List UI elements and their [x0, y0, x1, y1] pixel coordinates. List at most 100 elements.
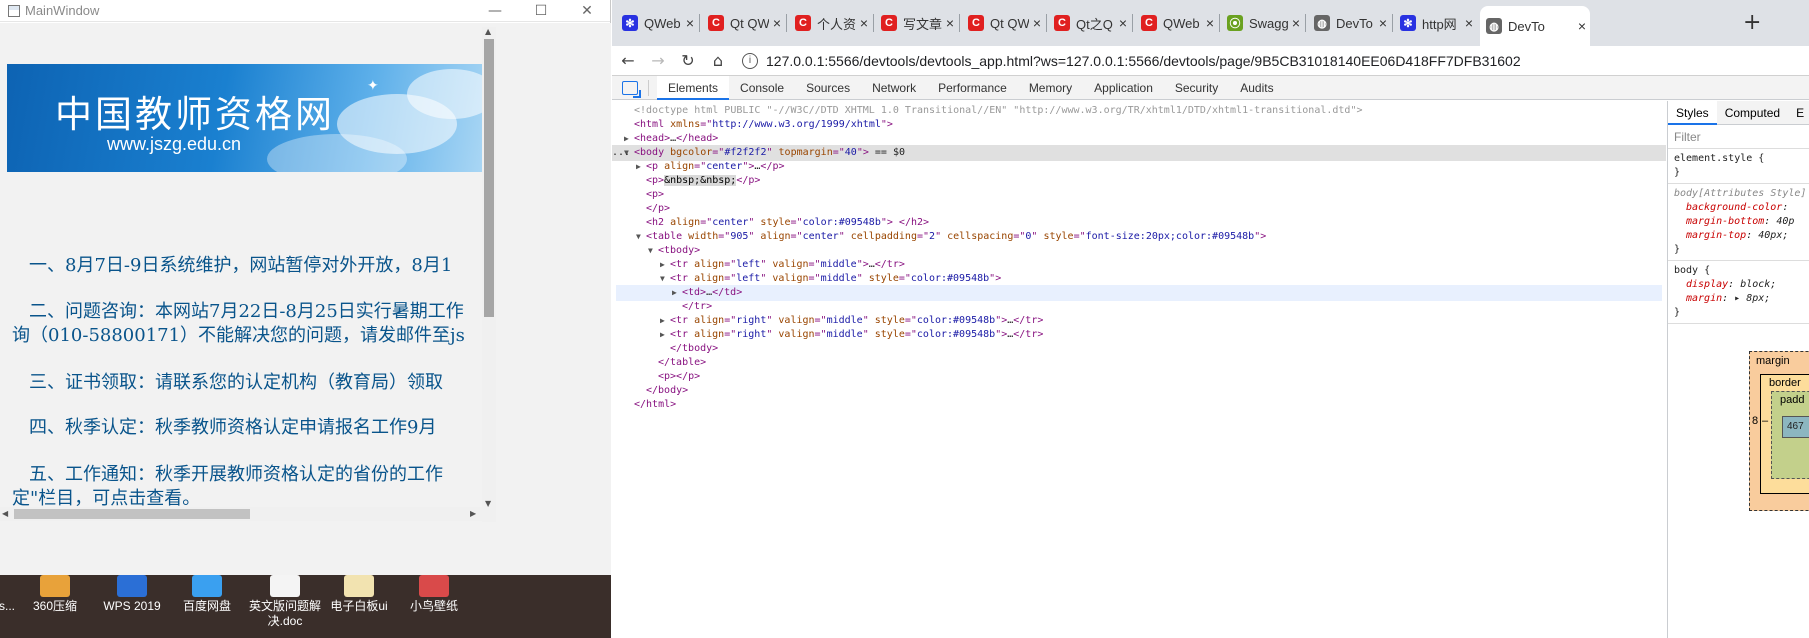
- swagger-icon: ⦿: [1227, 15, 1243, 31]
- site-banner: 中国教师资格网 www.jszg.edu.cn ✦: [7, 64, 482, 172]
- scroll-right-arrow-icon[interactable]: ▶: [470, 509, 476, 518]
- tab-audits[interactable]: Audits: [1229, 76, 1284, 100]
- desktop-icon[interactable]: 英文版问题解决.doc: [245, 575, 325, 629]
- browser-tab[interactable]: C Qt QW ×: [962, 8, 1045, 38]
- home-icon[interactable]: ⌂: [704, 51, 732, 70]
- scroll-left-arrow-icon[interactable]: ◀: [2, 509, 8, 518]
- address-bar[interactable]: i 127.0.0.1:5566/devtools/devtools_app.h…: [742, 48, 1809, 74]
- attributes-style-rule[interactable]: body[Attributes Style] background-color:…: [1668, 184, 1809, 261]
- browser-tab[interactable]: ✻ http网 ×: [1394, 8, 1477, 38]
- tab-event-listeners[interactable]: E: [1788, 101, 1809, 125]
- notice-line: 五、工作通知：秋季开展教师资格认定的省份的工作: [29, 464, 443, 485]
- rule-selector: body[Attributes Style]: [1674, 188, 1807, 199]
- tab-performance[interactable]: Performance: [927, 76, 1018, 100]
- desktop-icon[interactable]: 360压缩: [18, 575, 92, 614]
- close-button[interactable]: ✕: [564, 0, 610, 22]
- browser-tab[interactable]: ◍ DevTo ×: [1308, 8, 1391, 38]
- divider: [648, 79, 649, 96]
- body-rule[interactable]: body { display: block; margin: ▸ 8px; }: [1668, 261, 1809, 324]
- close-tab-icon[interactable]: ×: [1115, 15, 1131, 31]
- inspect-element-icon[interactable]: [622, 80, 641, 98]
- browser-tab[interactable]: C Qt之Q ×: [1048, 8, 1131, 38]
- new-tab-button[interactable]: +: [1743, 10, 1761, 35]
- desktop-icon[interactable]: 百度网盘: [170, 575, 244, 614]
- site-info-icon[interactable]: i: [742, 52, 758, 69]
- close-tab-icon[interactable]: ×: [942, 15, 958, 31]
- box-model-margin-label: margin: [1756, 355, 1790, 367]
- browser-tab[interactable]: ⦿ Swagg ×: [1221, 8, 1304, 38]
- close-tab-icon[interactable]: ×: [769, 15, 785, 31]
- close-tab-icon[interactable]: ×: [856, 15, 872, 31]
- tab-strip: ✻QWeb×CQt QW×C个人资料×C写文章×CQt QW×CQt之Q×CQW…: [612, 0, 1809, 46]
- tab-divider: [1132, 14, 1133, 32]
- box-model-padding-label: padd: [1780, 394, 1805, 406]
- tab-network[interactable]: Network: [861, 76, 927, 100]
- horizontal-scrollbar[interactable]: ◀ ▶: [0, 507, 496, 521]
- cloud-drive-icon: [192, 575, 222, 597]
- browser-tab[interactable]: C 写文章 ×: [875, 8, 958, 38]
- style-property[interactable]: margin-top: 40px;: [1674, 229, 1803, 243]
- browser-tab[interactable]: C Qt QW ×: [702, 8, 785, 38]
- close-tab-icon[interactable]: ×: [1375, 15, 1391, 31]
- desktop-icon[interactable]: WPS 2019: [95, 575, 169, 614]
- globe-icon: ◍: [1314, 15, 1330, 31]
- rule-selector: body {: [1674, 265, 1711, 276]
- close-tab-icon[interactable]: ×: [682, 15, 698, 31]
- element-style-rule[interactable]: element.style { }: [1668, 149, 1809, 184]
- tab-computed[interactable]: Computed: [1717, 101, 1788, 125]
- desktop-icon[interactable]: 电子白板ui: [322, 575, 396, 614]
- tab-security[interactable]: Security: [1164, 76, 1229, 100]
- qt-titlebar[interactable]: MainWindow — ☐ ✕: [0, 0, 610, 22]
- url-text[interactable]: 127.0.0.1:5566/devtools/devtools_app.htm…: [766, 53, 1521, 69]
- tab-console[interactable]: Console: [729, 76, 795, 100]
- maximize-button[interactable]: ☐: [518, 0, 564, 22]
- notice-line: 二、问题咨询：本网站7月22日-8月25日实行暑期工作: [29, 301, 464, 322]
- tab-title: DevTo: [1336, 15, 1373, 31]
- browser-tab[interactable]: ◍ DevTo ×: [1480, 6, 1590, 46]
- close-tab-icon[interactable]: ×: [1029, 15, 1045, 31]
- browser-tab[interactable]: C 个人资料×: [789, 8, 872, 38]
- vertical-scrollbar[interactable]: ▲ ▼: [482, 27, 496, 522]
- scroll-up-arrow-icon[interactable]: ▲: [485, 27, 491, 36]
- tab-memory[interactable]: Memory: [1018, 76, 1083, 100]
- browser-tab[interactable]: C QWeb ×: [1135, 8, 1218, 38]
- close-tab-icon[interactable]: ×: [1202, 15, 1218, 31]
- tab-title: Qt之Q: [1076, 16, 1113, 32]
- forward-arrow-icon[interactable]: →: [644, 51, 672, 70]
- styles-subtabs: Styles Computed E: [1668, 100, 1809, 125]
- back-arrow-icon[interactable]: ←: [614, 51, 642, 70]
- tab-sources[interactable]: Sources: [795, 76, 861, 100]
- tab-styles[interactable]: Styles: [1668, 100, 1717, 125]
- tab-elements[interactable]: Elements: [657, 75, 730, 100]
- tab-title: QWeb: [644, 15, 681, 31]
- browser-tab[interactable]: ✻ QWeb ×: [616, 8, 698, 38]
- styles-filter-input[interactable]: Filter: [1668, 125, 1809, 149]
- document-icon: [270, 575, 300, 597]
- close-tab-icon[interactable]: ×: [1574, 18, 1590, 34]
- style-property[interactable]: margin: ▸ 8px;: [1674, 292, 1803, 306]
- minimize-button[interactable]: —: [472, 0, 518, 22]
- dom-node[interactable]: ▶ <td>…</td>: [616, 285, 1662, 301]
- tab-title: Swagg: [1249, 15, 1288, 31]
- web-view[interactable]: 中国教师资格网 www.jszg.edu.cn ✦ 一、8月7日-9日系统维护，…: [0, 23, 611, 575]
- style-property[interactable]: background-color:: [1674, 201, 1803, 215]
- notice-line: 三、证书领取：请联系您的认定机构（教育局）领取: [29, 372, 443, 393]
- dom-node[interactable]: </html>: [612, 397, 676, 413]
- style-property[interactable]: display: block;: [1674, 278, 1803, 292]
- horizontal-scroll-thumb[interactable]: [14, 509, 250, 519]
- dom-node[interactable]: ▼ <table width="905" align="center" cellp…: [612, 229, 1266, 245]
- elements-tree[interactable]: <!doctype html PUBLIC "-//W3C//DTD XHTML…: [612, 101, 1666, 638]
- vertical-scroll-thumb[interactable]: [484, 39, 494, 317]
- zip-archive-icon: [40, 575, 70, 597]
- wps-icon: [117, 575, 147, 597]
- csdn-c-icon: C: [1141, 15, 1157, 31]
- close-tab-icon[interactable]: ×: [1288, 15, 1304, 31]
- csdn-c-icon: C: [708, 15, 724, 31]
- close-tab-icon[interactable]: ×: [1461, 15, 1477, 31]
- style-property[interactable]: margin-bottom: 40p: [1674, 215, 1803, 229]
- rule-close: }: [1674, 244, 1681, 255]
- reload-icon[interactable]: ↻: [674, 51, 702, 70]
- tab-divider: [1305, 14, 1306, 32]
- desktop-icon[interactable]: 小鸟壁纸: [397, 575, 471, 614]
- tab-application[interactable]: Application: [1083, 76, 1164, 100]
